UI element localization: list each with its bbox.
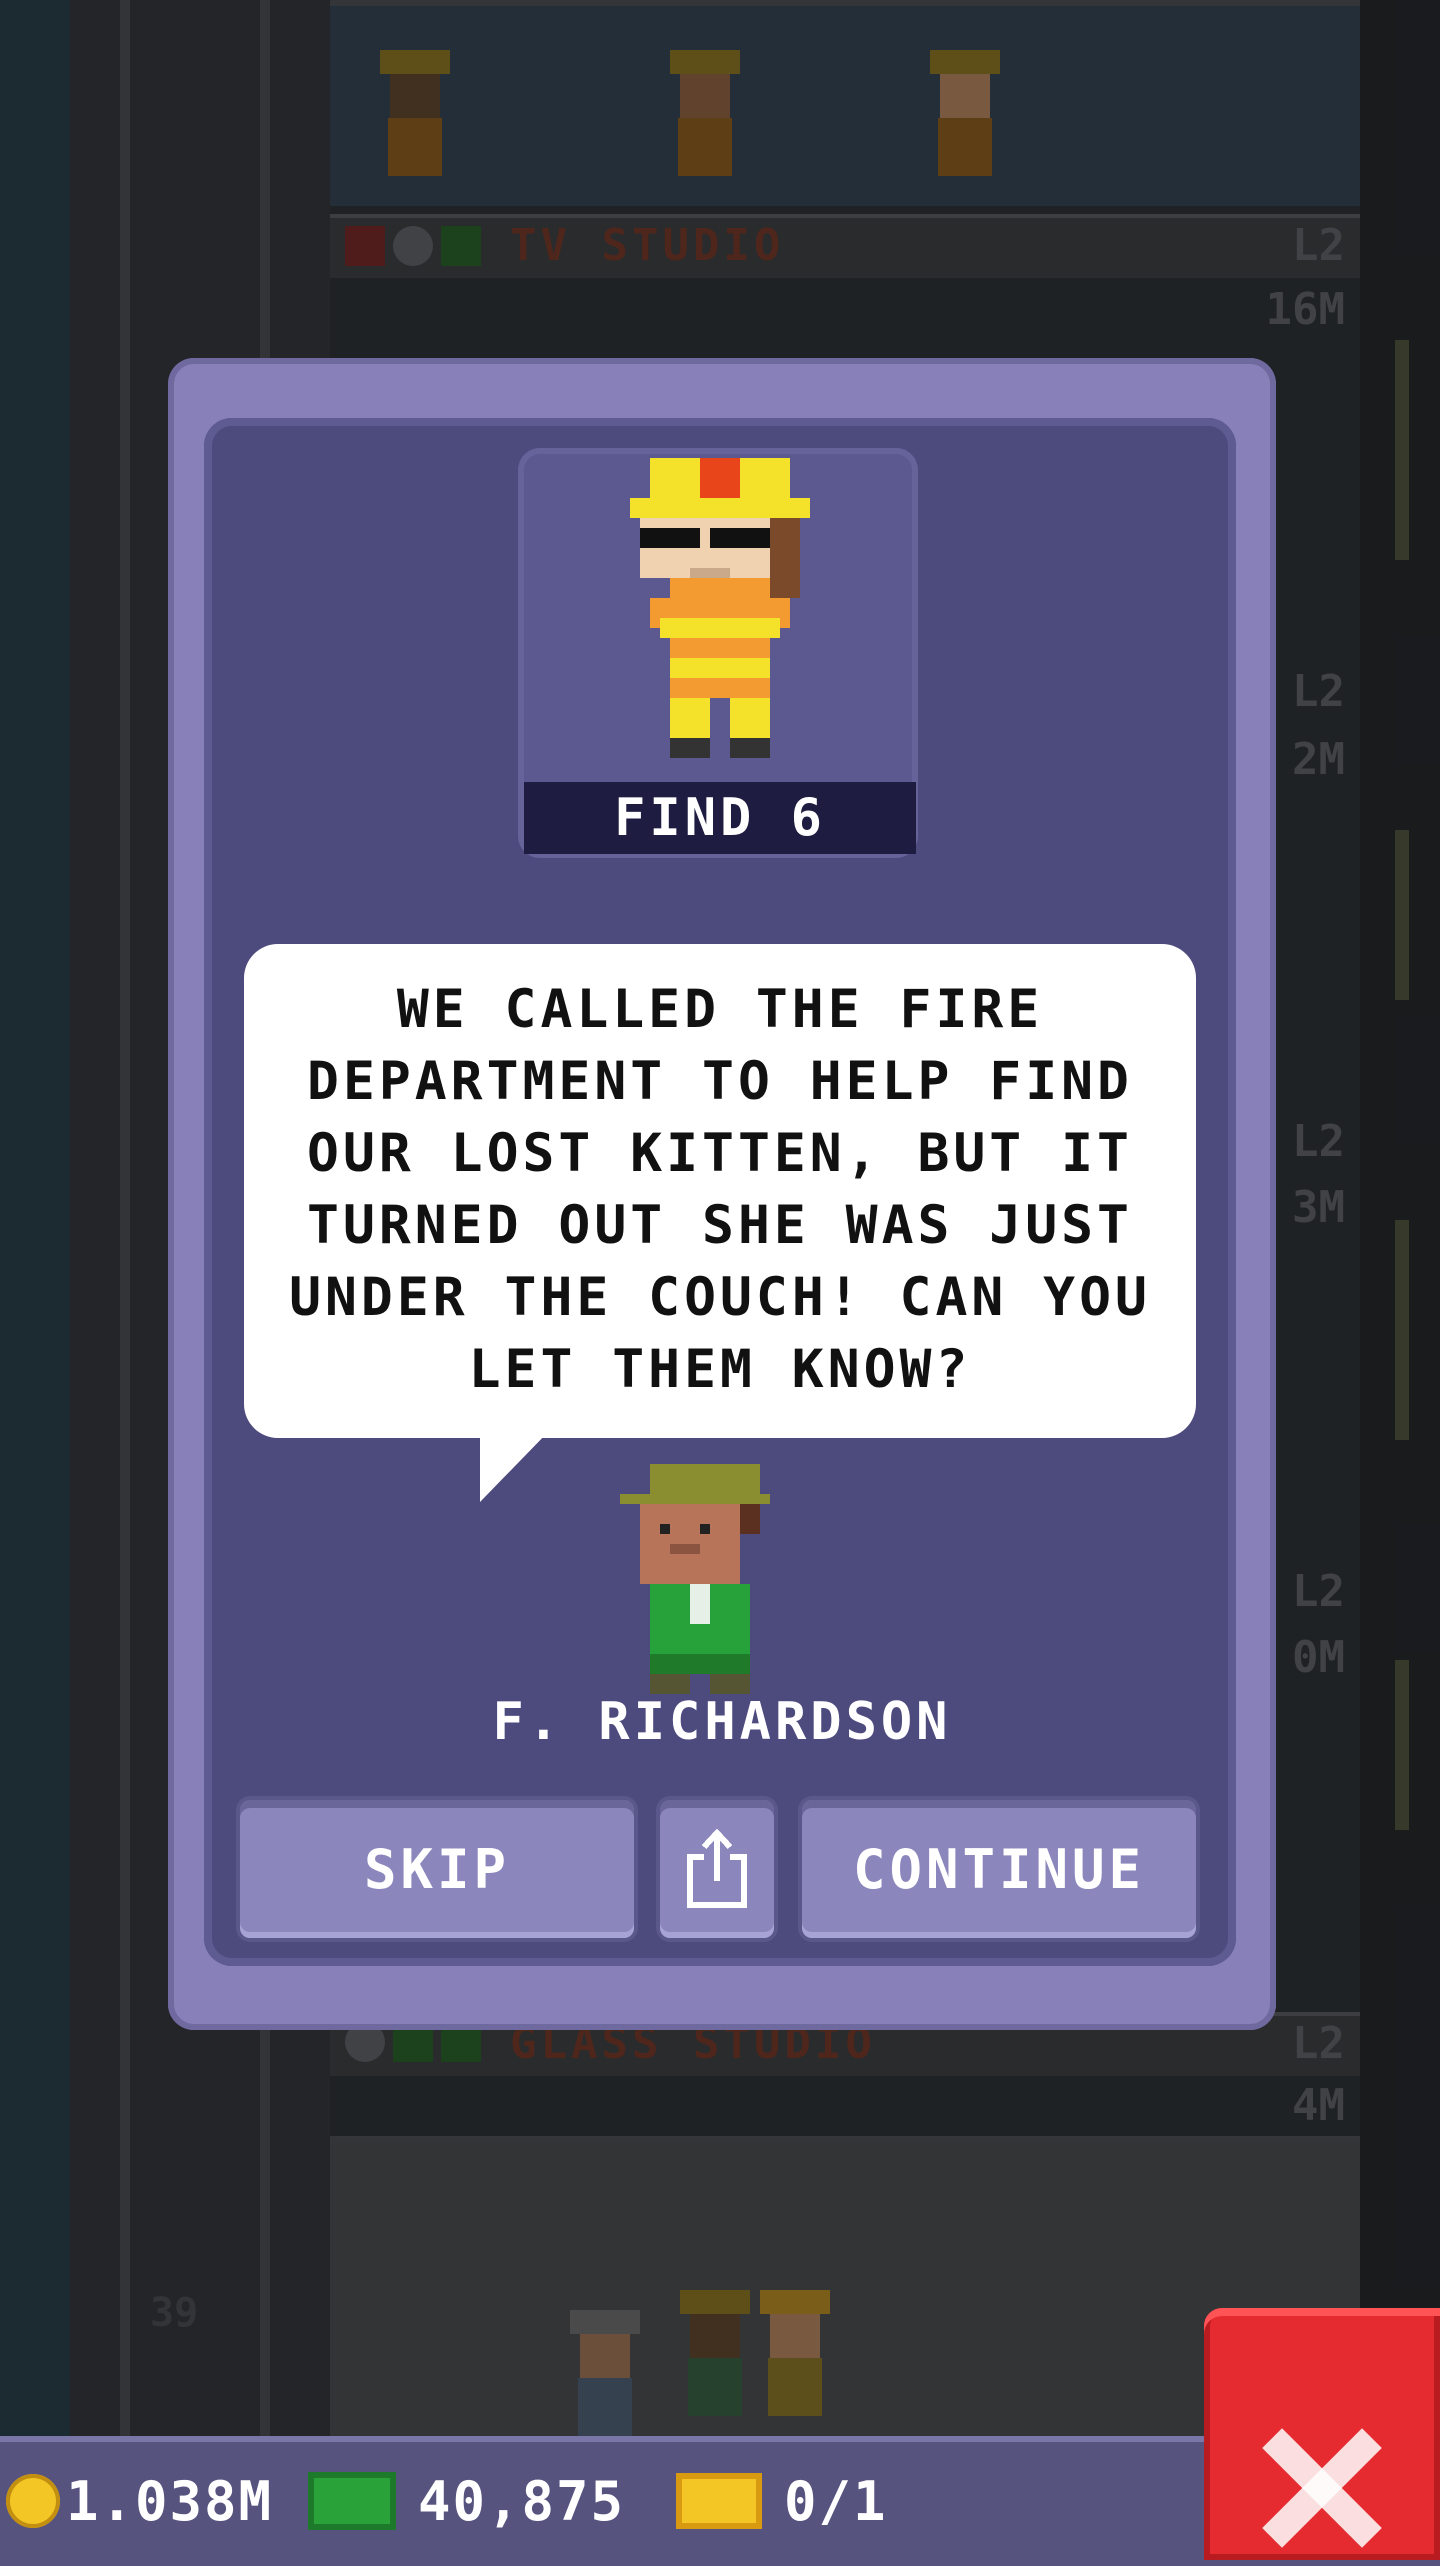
- tickets-value: 0/1: [784, 2469, 888, 2533]
- bux-value: 40,875: [418, 2469, 626, 2533]
- firefighter-sprite: [630, 458, 810, 758]
- speech-bubble-tail: [480, 1430, 550, 1502]
- coin-icon: [6, 2474, 60, 2528]
- share-icon: [687, 1828, 747, 1908]
- sender-name: F. RICHARDSON: [492, 1692, 952, 1752]
- skip-button[interactable]: SKIP: [240, 1800, 634, 1938]
- bux-icon: [308, 2472, 396, 2530]
- share-button[interactable]: [660, 1800, 774, 1938]
- close-icon: [1262, 2428, 1382, 2548]
- close-button[interactable]: [1204, 2308, 1440, 2560]
- coins-value: 1.038M: [66, 2469, 274, 2533]
- coins-stat: 1.038M: [6, 2466, 273, 2536]
- speech-bubble: We called the fire department to help fi…: [244, 944, 1196, 1438]
- bux-stat: 40,875: [308, 2466, 625, 2536]
- sender-avatar: [620, 1464, 770, 1694]
- continue-button[interactable]: CONTINUE: [802, 1800, 1196, 1938]
- target-label: FIND 6: [524, 782, 916, 854]
- tickets-stat: 0/1: [676, 2466, 888, 2536]
- ticket-icon: [676, 2473, 762, 2529]
- mission-message: We called the fire department to help fi…: [289, 979, 1151, 1400]
